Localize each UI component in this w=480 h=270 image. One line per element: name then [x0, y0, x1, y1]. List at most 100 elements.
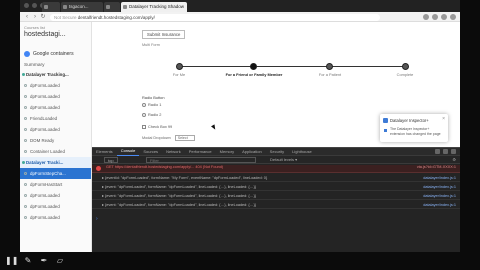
devtools-tab-lighthouse[interactable]: Lighthouse	[288, 148, 316, 156]
dropdown-select[interactable]: Select	[174, 135, 195, 141]
console-log-row[interactable]: ▸ {event: "dpFormLoaded", formName: "dpF…	[92, 183, 460, 191]
devtools-tab-memory[interactable]: Memory	[216, 148, 238, 156]
sidebar-item[interactable]: dpFormLoaded	[20, 80, 91, 91]
sidebar-item-label: FriendLoaded	[30, 116, 58, 121]
favicon-icon	[123, 5, 127, 9]
sidebar-item[interactable]: Container Loaded	[20, 146, 91, 157]
sidebar-group[interactable]: Datalayer Tracki...	[20, 157, 91, 168]
radio-option-1[interactable]: Radio 1	[142, 102, 161, 107]
gear-icon[interactable]: ⚙	[452, 156, 456, 164]
sidebar-group[interactable]: Datalayer Tracking...	[20, 69, 91, 80]
status-marker-icon	[24, 216, 27, 219]
notification-body: The Datalayer Inspector+ extension has c…	[390, 127, 441, 136]
sidebar-item[interactable]: dpFormLoaded	[20, 91, 91, 102]
extension-icon[interactable]	[441, 14, 447, 20]
sidebar-item[interactable]: dpFormLoaded	[20, 102, 91, 113]
devtools-tab-performance[interactable]: Performance	[185, 148, 216, 156]
sidebar-item[interactable]: dpFormLoaded	[20, 212, 91, 223]
forward-icon[interactable]: ›	[32, 14, 38, 20]
devtools-tab-security[interactable]: Security	[266, 148, 288, 156]
sidebar-item[interactable]: DOM Ready	[20, 135, 91, 146]
step-dot-4[interactable]	[402, 62, 409, 70]
sidebar-item-label: Datalayer Tracking...	[26, 72, 69, 77]
left-black-strip: ❚❚	[0, 0, 20, 270]
status-marker-icon	[24, 128, 27, 131]
status-marker-icon	[22, 73, 25, 76]
devtools-tab-elements[interactable]: Elements	[92, 148, 117, 156]
browser-window: tsgacon... Datalayer Tracking Shadow ‹ ›…	[20, 0, 460, 252]
pencil-icon[interactable]: ✎	[24, 256, 32, 266]
error-source-link[interactable]: vta.js?id=GTM-XXXX:1	[417, 165, 456, 169]
console-filter-input[interactable]: Filter	[146, 157, 256, 163]
sidebar-header: Courses list hostedstagi...	[20, 22, 91, 48]
log-levels-dropdown[interactable]: Default levels ▾	[270, 156, 297, 164]
extension-icon[interactable]	[423, 14, 429, 20]
sidebar-item-label: dpFormLoaded	[30, 105, 60, 110]
checkbox-option[interactable]: Check Box 99	[142, 124, 172, 129]
log-source-link[interactable]: datalayer/index.js:1	[423, 192, 456, 199]
course-name-row[interactable]: Google containers	[20, 48, 91, 60]
sidebar-section-summary[interactable]: Summary	[20, 60, 91, 69]
pause-icon[interactable]: ❚❚	[5, 256, 18, 266]
console-toolbar: top Filter Default levels ▾ ⚙	[92, 156, 460, 164]
step-dot-1[interactable]	[176, 62, 183, 70]
console-prompt-icon[interactable]: ›	[96, 216, 98, 222]
tab-3-active[interactable]: Datalayer Tracking Shadow	[121, 2, 187, 12]
sidebar-item-label: dpFormLoaded	[30, 193, 60, 198]
bottom-toolbar: ✎ ✒ ▱	[20, 252, 480, 270]
submit-insurance-button[interactable]: Submit Insurance	[142, 30, 186, 39]
tab-strip: tsgacon... Datalayer Tracking Shadow	[20, 0, 460, 12]
devtools-tab-sources[interactable]: Sources	[139, 148, 162, 156]
pen-icon[interactable]: ✒	[40, 256, 48, 266]
sidebar-list: Datalayer Tracking... dpFormLoaded dpFormL…	[20, 69, 91, 223]
devtools-tab-network[interactable]: Network	[162, 148, 185, 156]
sidebar-item[interactable]: FriendLoaded	[20, 113, 91, 124]
sidebar-item-label: Container Loaded	[30, 149, 65, 154]
radio-circle[interactable]	[142, 112, 146, 117]
close-icon[interactable]	[451, 149, 456, 154]
back-icon[interactable]: ‹	[24, 14, 30, 20]
devtools-panel: Elements Console Sources Network Performance…	[92, 147, 460, 252]
profile-icon[interactable]	[450, 14, 456, 20]
reload-icon[interactable]: ↻	[40, 14, 46, 20]
tab-0[interactable]	[42, 2, 60, 12]
minimize-window-button[interactable]	[32, 3, 37, 8]
modal-dropdown-row: Modal Dropdown Select	[142, 135, 195, 141]
tab-2[interactable]	[104, 2, 120, 12]
context-selector[interactable]: top	[104, 157, 118, 163]
console-error-row[interactable]: GET https://dentalfriendt.hostedstaging.…	[92, 165, 460, 173]
favicon-icon	[106, 5, 110, 9]
devtools-tab-console[interactable]: Console	[116, 148, 140, 156]
settings-icon[interactable]	[435, 149, 440, 154]
checkbox[interactable]	[142, 124, 146, 129]
sidebar-item[interactable]: dpFormHasStart	[20, 179, 91, 190]
close-window-button[interactable]	[24, 3, 29, 8]
eraser-icon[interactable]: ▱	[56, 256, 64, 266]
log-text: ▸ {event: "dpFormLoaded", formName: "dpF…	[102, 194, 256, 198]
error-icon	[96, 166, 101, 171]
sidebar-item[interactable]: dpFormLoaded	[20, 201, 91, 212]
sidebar-item-label: dpFormHasStart	[30, 182, 63, 187]
sidebar-item[interactable]: dpFormLoaded	[20, 190, 91, 201]
extension-icon[interactable]	[432, 14, 438, 20]
step-dot-2[interactable]	[250, 62, 257, 70]
console-log-row[interactable]: ▸ {eventId: "dpFormLoaded", formName: "M…	[92, 174, 460, 182]
console-log-row[interactable]: ▸ {event: "dpFormLoaded", formName: "dpF…	[92, 192, 460, 200]
sidebar-item-label: dpFormLoaded	[30, 83, 60, 88]
console-log-row[interactable]: ▸ {event: "dpFormLoaded", formName: "dpF…	[92, 201, 460, 209]
log-source-link[interactable]: datalayer/index.js:1	[423, 201, 456, 208]
sidebar-item[interactable]: dpFormLoaded	[20, 124, 91, 135]
radio-option-2[interactable]: Radio 2	[142, 112, 161, 117]
log-source-link[interactable]: datalayer/index.js:1	[423, 183, 456, 190]
favicon-icon	[44, 5, 48, 9]
devtools-tab-application[interactable]: Application	[238, 148, 266, 156]
log-source-link[interactable]: datalayer/index.js:1	[423, 174, 456, 181]
more-icon[interactable]	[443, 149, 448, 154]
step-dot-3[interactable]	[326, 62, 333, 70]
tab-1[interactable]: tsgacon...	[61, 2, 103, 12]
close-icon[interactable]: ×	[442, 116, 445, 122]
address-bar[interactable]: Not Secure dentalfriendt.hostedstaging.c…	[50, 13, 380, 21]
radio-circle[interactable]	[142, 102, 146, 107]
extension-notification[interactable]: Datalayer Inspector+ × The Datalayer Ins…	[380, 114, 448, 142]
sidebar-item[interactable]: dpFormStepCha...	[20, 168, 91, 179]
